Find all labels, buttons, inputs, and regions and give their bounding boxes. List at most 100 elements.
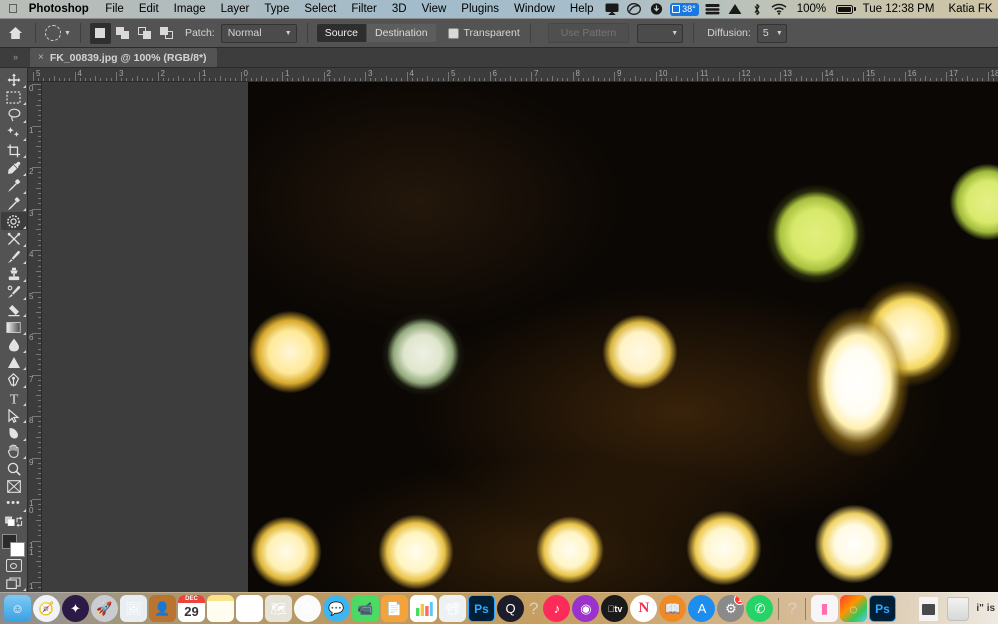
dock-item-reminders[interactable]: ☰ <box>236 595 263 622</box>
menu-view[interactable]: View <box>414 0 454 19</box>
history-brush-tool[interactable] <box>1 283 27 301</box>
dock-item-news[interactable]: N <box>630 595 658 622</box>
eraser-tool[interactable] <box>1 301 27 319</box>
pattern-picker[interactable]: ▼ <box>637 23 684 43</box>
content-aware-move-tool[interactable] <box>1 230 27 248</box>
patch-tool[interactable] <box>0 212 27 231</box>
dock-item-launchpad[interactable]: 🚀 <box>91 595 118 622</box>
apple-menu-icon[interactable]:  <box>0 2 27 15</box>
unknown-app-1[interactable]: ? <box>529 599 538 619</box>
transparent-checkbox[interactable] <box>447 27 459 39</box>
shape-tool[interactable] <box>1 424 27 442</box>
expand-panels-icon[interactable]: » <box>0 47 30 67</box>
quick-mask-button[interactable] <box>1 557 27 575</box>
more-tools-button[interactable]: ••• <box>1 495 27 513</box>
eyedropper-tool[interactable] <box>1 159 27 177</box>
dock-item-numbers[interactable] <box>410 595 437 622</box>
dock-item-preview[interactable]: 🖼 <box>120 595 147 622</box>
healing-brush-tool[interactable] <box>1 195 27 213</box>
path-selection-tool[interactable] <box>1 407 27 425</box>
dock-item-maps[interactable]: 🗺 <box>265 595 292 622</box>
rectangular-marquee-tool[interactable] <box>1 89 27 107</box>
subtract-from-selection-button[interactable] <box>134 23 155 44</box>
stack-icon[interactable] <box>702 0 724 19</box>
dock-item-quicktime[interactable]: Q <box>497 595 524 622</box>
gradient-tool[interactable] <box>1 318 27 336</box>
hand-tool[interactable] <box>1 442 27 460</box>
background-color-swatch[interactable] <box>9 542 25 558</box>
menu-help[interactable]: Help <box>562 0 601 19</box>
dock-item-photoshop-running[interactable]: Ps <box>868 595 896 622</box>
dock-item-pages[interactable]: 📄 <box>381 595 408 622</box>
menu-window[interactable]: Window <box>507 0 563 19</box>
battery-icon[interactable] <box>836 4 856 14</box>
add-to-selection-button[interactable] <box>112 23 133 44</box>
zoom-tool[interactable] <box>1 460 27 478</box>
menu-edit[interactable]: Edit <box>131 0 166 19</box>
dock-item-trash[interactable] <box>944 595 971 622</box>
move-tool[interactable] <box>1 71 27 89</box>
menu-select[interactable]: Select <box>297 0 344 19</box>
object-selection-tool[interactable] <box>1 124 27 142</box>
transparent-checkbox-wrap[interactable]: Transparent <box>447 27 520 39</box>
tool-preset-picker[interactable]: ▼ <box>41 25 75 41</box>
edit-toolbar-button[interactable] <box>1 477 27 495</box>
dock-item-finder[interactable]: ☺ <box>4 595 31 622</box>
dock-item-books[interactable]: 📖 <box>659 595 687 622</box>
onedrive-icon[interactable] <box>724 0 746 19</box>
dock-item-siri[interactable]: ✦ <box>62 595 89 622</box>
dock-item-app-store[interactable]: A <box>688 595 716 622</box>
dock-item-downloads-stack[interactable] <box>915 595 942 622</box>
patch-mode-select[interactable]: Normal ▼ <box>220 23 297 43</box>
dock-item-itunes[interactable]: ♪ <box>543 595 571 622</box>
new-selection-button[interactable] <box>89 22 111 44</box>
dock-item-calendar[interactable]: DEC 29 <box>178 595 205 622</box>
brush-tool[interactable] <box>1 248 27 266</box>
dock-item-contacts[interactable]: 👤 <box>149 595 176 622</box>
diffusion-select[interactable]: 5 ▼ <box>756 23 787 43</box>
menu-filter[interactable]: Filter <box>344 0 385 19</box>
menu-photoshop[interactable]: Photoshop <box>27 0 98 19</box>
lasso-tool[interactable] <box>1 106 27 124</box>
menu-plugins[interactable]: Plugins <box>454 0 507 19</box>
menu-file[interactable]: File <box>98 0 132 19</box>
dock-item-photos[interactable]: ✿ <box>294 595 321 622</box>
canvas-area[interactable] <box>42 82 998 592</box>
spot-healing-brush-tool[interactable] <box>1 177 27 195</box>
default-colors-and-swap[interactable] <box>1 513 27 531</box>
dock-item-apple-tv[interactable]: tv <box>601 595 629 622</box>
close-icon[interactable]: × <box>38 52 44 63</box>
dock-item-facetime[interactable]: 📹 <box>352 595 379 622</box>
dodge-tool[interactable] <box>1 354 27 372</box>
dock-item-safari[interactable]: 🧭 <box>33 595 60 622</box>
type-tool[interactable]: T <box>1 389 27 407</box>
dock-item-airdrop-display[interactable]: ▮ <box>810 595 838 622</box>
airplay-icon[interactable] <box>601 0 623 19</box>
dock-item-system-preferences[interactable]: ⚙ 1 <box>717 595 745 622</box>
dock-item-whatsapp[interactable]: ✆ <box>746 595 774 622</box>
clone-stamp-tool[interactable] <box>1 265 27 283</box>
color-swatches[interactable] <box>1 534 26 558</box>
menu-3d[interactable]: 3D <box>384 0 414 19</box>
menu-type[interactable]: Type <box>257 0 297 19</box>
wifi-icon[interactable] <box>768 0 790 19</box>
home-icon[interactable] <box>0 19 30 48</box>
menu-bar-user[interactable]: Katia FK <box>941 3 998 15</box>
destination-button[interactable]: Destination <box>367 24 436 42</box>
menu-layer[interactable]: Layer <box>213 0 257 19</box>
unknown-app-3[interactable]: ? <box>901 599 910 619</box>
dock-item-creative-cloud[interactable]: ◌ <box>839 595 867 622</box>
document-tab[interactable]: × FK_00839.jpg @ 100% (RGB/8*) <box>30 48 217 67</box>
menu-bar-clock[interactable]: Tue 12:38 PM <box>856 3 942 15</box>
dock-item-notes[interactable] <box>207 595 234 622</box>
dock-item-podcasts[interactable]: ◉ <box>572 595 600 622</box>
menu-image[interactable]: Image <box>166 0 213 19</box>
source-button[interactable]: Source <box>316 24 367 42</box>
intersect-with-selection-button[interactable] <box>156 23 177 44</box>
document-image[interactable] <box>248 82 998 592</box>
dock-item-keynote[interactable]: 📽 <box>439 595 466 622</box>
dropbox-icon[interactable] <box>645 0 667 19</box>
dock-item-messages[interactable]: 💬 <box>323 595 350 622</box>
pen-tool[interactable] <box>1 371 27 389</box>
crop-tool[interactable] <box>1 142 27 160</box>
